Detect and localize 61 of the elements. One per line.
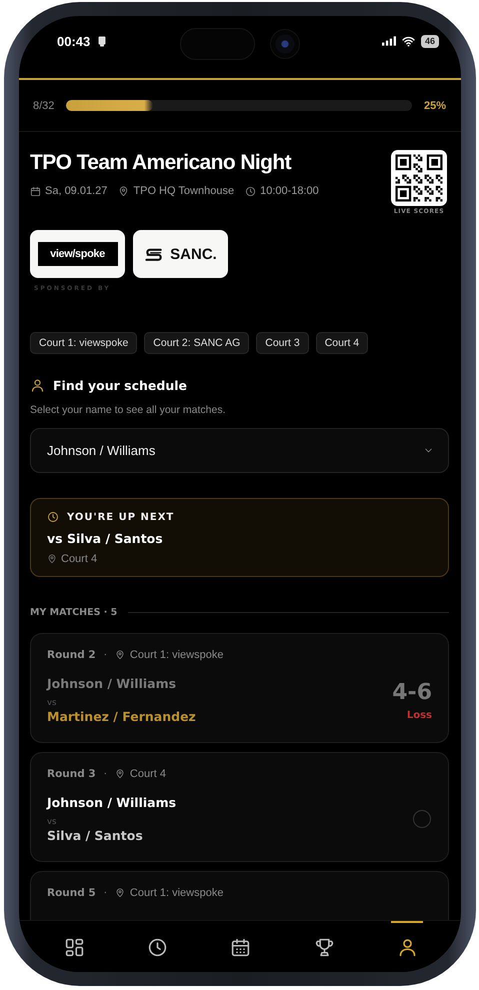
wifi-icon xyxy=(400,34,416,48)
opponent-name: vs Silva / Santos xyxy=(47,531,164,546)
sponsor-logo[interactable]: SANC. xyxy=(133,230,228,278)
court-name: Court 4 xyxy=(61,553,98,565)
status-time: 00:43 xyxy=(57,34,90,48)
location-pin-icon xyxy=(47,554,57,564)
location-pin-icon xyxy=(114,769,125,779)
progress-percent: 25% xyxy=(424,100,446,112)
court-chip[interactable]: Court 1: viewspoke xyxy=(30,332,138,354)
opponent-name: Martinez / Fernandez xyxy=(47,709,196,724)
sponsor-logo[interactable]: view/spoke xyxy=(30,230,125,278)
court-name: Court 1: viewspoke xyxy=(130,649,224,661)
separator-dot: · xyxy=(104,888,107,898)
status-circle-icon xyxy=(413,810,431,828)
event-hours: 10:00-18:00 xyxy=(260,185,319,197)
separator-dot: · xyxy=(104,768,107,780)
match-card[interactable]: Round 3 · Court 4 Johnson / Williams vs Silva / Santos xyxy=(30,752,449,862)
calendar-icon[interactable] xyxy=(230,937,252,958)
round-label: Round 2 xyxy=(47,649,96,661)
trophy-icon[interactable] xyxy=(314,937,335,958)
team-name: Johnson / Williams xyxy=(47,676,178,691)
match-score: 4-6 xyxy=(392,680,432,704)
clock-icon xyxy=(47,511,59,523)
court-chip[interactable]: Court 3 xyxy=(256,332,309,354)
result-label: Loss xyxy=(406,710,432,720)
qr-code[interactable] xyxy=(391,150,447,206)
opponent-name: Silva / Santos xyxy=(47,828,144,843)
calendar-icon xyxy=(30,186,41,196)
section-heading: MY MATCHES · 5 xyxy=(30,607,118,618)
event-title: TPO Team Americano Night xyxy=(30,151,292,175)
section-heading: Find your schedule xyxy=(53,378,188,393)
battery-icon: 46 xyxy=(420,34,439,48)
location-pin-icon xyxy=(114,888,125,898)
location-pin-icon xyxy=(118,186,130,196)
court-name: Court 4 xyxy=(130,768,166,780)
clock-icon xyxy=(245,186,256,196)
match-card[interactable]: Round 2 · Court 1: viewspoke Johnson / Williams vs Martinez / Fernandez 4-6 Loss xyxy=(30,633,449,743)
location-pin-icon xyxy=(114,650,125,660)
event-date: Sa, 09.01.27 xyxy=(45,185,108,197)
round-label: Round 3 xyxy=(47,768,96,780)
vs-label: vs xyxy=(47,817,58,827)
clock-icon[interactable] xyxy=(147,937,168,958)
vs-label: vs xyxy=(47,698,58,708)
court-name: Court 1: viewspoke xyxy=(130,887,224,899)
person-icon[interactable] xyxy=(396,937,418,958)
progress-count: 8/32 xyxy=(33,100,54,112)
name-select[interactable]: Johnson / Williams xyxy=(30,428,449,473)
court-chip[interactable]: Court 2: SANC AG xyxy=(144,332,250,354)
match-card[interactable]: Round 5 · Court 1: viewspoke xyxy=(30,871,449,920)
round-label: Round 5 xyxy=(47,887,96,899)
up-next-label: YOU'RE UP NEXT xyxy=(67,512,174,522)
signal-icon xyxy=(382,36,396,46)
camera-icon xyxy=(270,29,300,59)
separator-dot: · xyxy=(104,650,107,660)
team-name: Johnson / Williams xyxy=(47,795,176,810)
phone-status-icon xyxy=(96,34,108,48)
event-venue: TPO HQ Townhouse xyxy=(133,185,234,197)
grid-icon[interactable] xyxy=(64,937,86,958)
helper-text: Select your name to see all your matches. xyxy=(30,404,227,416)
court-chip[interactable]: Court 4 xyxy=(316,332,368,354)
person-icon xyxy=(30,378,45,393)
